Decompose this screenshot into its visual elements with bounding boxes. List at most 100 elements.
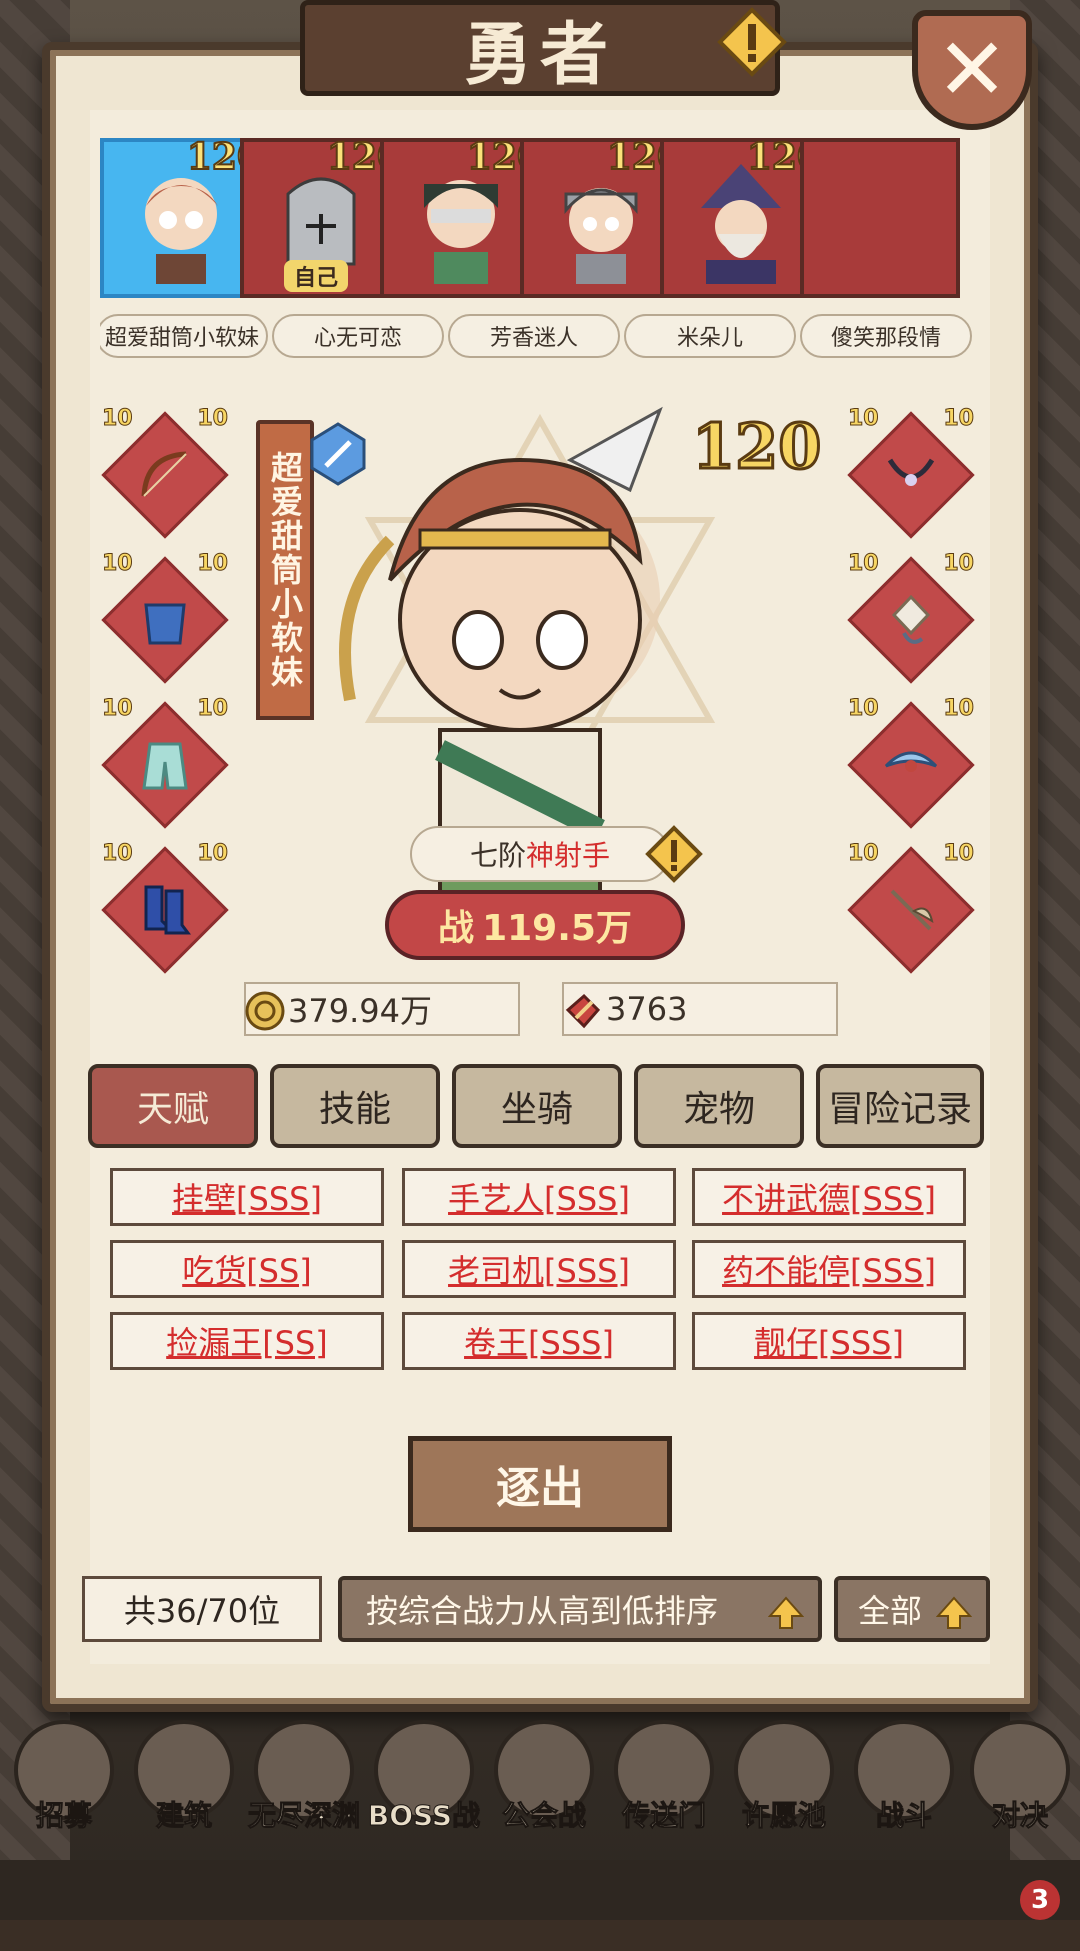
talent-link[interactable]: 吃货[SS] — [110, 1240, 384, 1298]
sort-label: 按综合战力从高到低排序 — [366, 1592, 719, 1630]
equip-level: 10 — [197, 841, 229, 867]
nav-battle[interactable]: 战斗 — [844, 1720, 964, 1840]
nav-wish-pool[interactable]: 许愿池 — [724, 1720, 844, 1840]
hero-rank: 七阶 神射手 — [410, 826, 670, 882]
talent-link[interactable]: 不讲武德[SSS] — [692, 1168, 966, 1226]
rank-class: 神射手 — [526, 839, 611, 872]
self-tag: 自己 — [284, 260, 349, 292]
equip-level: 10 — [197, 696, 229, 722]
token-icon — [565, 993, 601, 1029]
equip-slot-necklace[interactable]: 10 10 — [847, 406, 975, 539]
token-value: 3763 — [606, 990, 688, 1028]
equip-level: 10 — [943, 696, 975, 722]
combat-power-value: 119.5万 — [482, 908, 632, 949]
hero-card[interactable]: 120 — [660, 138, 823, 298]
equip-level: 10 — [943, 551, 975, 577]
notification-badge: 3 — [1020, 1880, 1060, 1920]
necklace-icon — [887, 458, 935, 486]
boots-icon — [144, 885, 191, 935]
equip-level: 10 — [943, 841, 975, 867]
gold-value: 379.94万 — [288, 992, 432, 1030]
equip-level: 10 — [102, 696, 134, 722]
accessory-icon — [890, 889, 934, 931]
hero-name-label: 米朵儿 — [624, 314, 796, 358]
equip-level: 10 — [848, 841, 880, 867]
hero-card[interactable]: 120 — [100, 138, 263, 298]
tab-mount[interactable]: 坐骑 — [452, 1064, 622, 1148]
equip-level: 10 — [848, 696, 880, 722]
nav-abyss[interactable]: 无尽深渊 — [244, 1720, 364, 1840]
tab-pet[interactable]: 宠物 — [634, 1064, 804, 1148]
talent-link[interactable]: 手艺人[SSS] — [402, 1168, 676, 1226]
hero-portrait-icon — [145, 178, 218, 284]
talent-link[interactable]: 挂壁[SSS] — [110, 1168, 384, 1226]
expel-button[interactable]: 逐出 — [408, 1436, 672, 1532]
equip-slot-boots[interactable]: 10 10 — [101, 841, 229, 974]
sort-button[interactable]: 按综合战力从高到低排序 — [338, 1576, 822, 1642]
talent-link[interactable]: 捡漏王[SS] — [110, 1312, 384, 1370]
gold-resource: 379.94万 — [244, 982, 520, 1036]
gold-coin-icon — [245, 991, 285, 1031]
nav-boss[interactable]: BOSS战 — [364, 1720, 484, 1840]
hero-portrait-icon — [424, 180, 498, 284]
nav-building[interactable]: 建筑 — [124, 1720, 244, 1840]
filter-button[interactable]: 全部 — [834, 1576, 990, 1642]
token-resource: 3763 — [562, 982, 838, 1036]
equip-level: 10 — [102, 841, 134, 867]
equip-level: 10 — [943, 406, 975, 432]
info-icon[interactable] — [716, 6, 788, 78]
talent-link[interactable]: 卷王[SSS] — [402, 1312, 676, 1370]
hero-card[interactable]: 120 — [520, 138, 683, 298]
equip-level: 10 — [848, 406, 880, 432]
nav-guild-war[interactable]: 公会战 — [484, 1720, 604, 1840]
equip-level: 10 — [197, 406, 229, 432]
tab-talent[interactable]: 天赋 — [88, 1064, 258, 1148]
rank-prefix: 七阶 — [469, 839, 526, 872]
equip-level: 10 — [848, 551, 880, 577]
arrow-up-icon — [768, 1596, 804, 1629]
nav-label: 建筑 — [155, 1799, 212, 1833]
tab-adventure-log[interactable]: 冒险记录 — [816, 1064, 984, 1148]
nav-portal[interactable]: 传送门 — [604, 1720, 724, 1840]
hero-card[interactable]: 120 — [380, 138, 543, 298]
equip-level: 10 — [102, 406, 134, 432]
hero-name-label: 心无可恋 — [272, 314, 444, 358]
equip-level: 10 — [102, 551, 134, 577]
equip-slot-amulet[interactable]: 10 10 — [847, 696, 975, 829]
hero-name-vertical: 超爱甜筒小软妹 — [266, 451, 304, 689]
nav-recruit[interactable]: 招募 — [4, 1720, 124, 1840]
talent-link[interactable]: 靓仔[SSS] — [692, 1312, 966, 1370]
close-button[interactable]: ✕ — [912, 10, 1032, 130]
hero-portrait-icon — [564, 188, 638, 284]
detail-tabs: 天赋 技能 坐骑 宠物 冒险记录 — [88, 1064, 992, 1148]
rank-info-icon[interactable] — [644, 824, 704, 884]
close-icon: ✕ — [935, 20, 1009, 120]
nav-duel[interactable]: 对决 — [960, 1720, 1080, 1840]
hero-card[interactable]: 120 自己 — [240, 138, 403, 298]
bottom-navigation: 招募 建筑 无尽深渊 BOSS战 公会战 传送门 许愿池 战斗 对决 — [0, 1720, 1080, 1840]
nav-label: 传送门 — [621, 1799, 706, 1833]
combat-power-label: 战 — [438, 907, 475, 949]
armor-icon — [144, 603, 186, 645]
equip-level: 10 — [197, 551, 229, 577]
window-title-bar: 勇者 — [300, 0, 780, 96]
hero-level-large: 120 — [690, 409, 822, 485]
tab-skills[interactable]: 技能 — [270, 1064, 440, 1148]
amulet-icon — [884, 751, 938, 772]
equip-slot-accessory[interactable]: 10 10 — [847, 841, 975, 974]
talent-link[interactable]: 老司机[SSS] — [402, 1240, 676, 1298]
nav-label: 公会战 — [501, 1799, 586, 1833]
hero-card[interactable] — [800, 138, 960, 298]
hero-name-label: 超爱甜筒小软妹 — [100, 314, 268, 358]
filter-label: 全部 — [858, 1592, 923, 1630]
equip-slot-pants[interactable]: 10 10 — [101, 696, 229, 829]
equip-slot-bow[interactable]: 10 10 — [101, 406, 229, 539]
hero-name-label: 芳香迷人 — [448, 314, 620, 358]
equip-slot-armor[interactable]: 10 10 — [101, 551, 229, 684]
arrow-up-icon — [936, 1596, 972, 1629]
hero-list[interactable]: 120 120 自己 120 120 120 超爱甜筒小软妹 心无可恋 芳香迷人… — [100, 138, 990, 368]
talent-link[interactable]: 药不能停[SSS] — [692, 1240, 966, 1298]
combat-power-badge: 战 119.5万 — [385, 890, 685, 960]
equip-slot-ring[interactable]: 10 10 — [847, 551, 975, 684]
nav-label: 对决 — [991, 1799, 1048, 1833]
